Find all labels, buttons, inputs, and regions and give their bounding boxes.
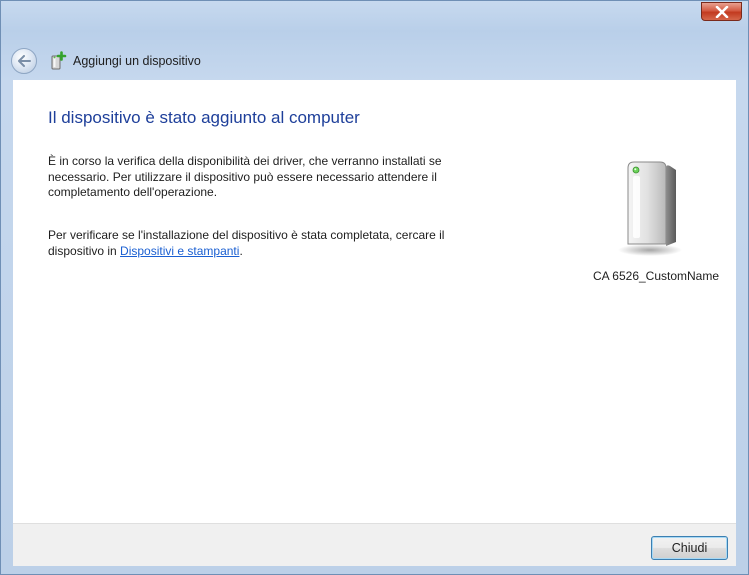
wizard-header: Aggiungi un dispositivo (1, 42, 748, 80)
close-button[interactable]: Chiudi (651, 536, 728, 560)
window-close-button[interactable] (701, 2, 742, 21)
verify-text-suffix: . (239, 243, 243, 258)
title-bar[interactable] (1, 1, 748, 41)
verify-installation-text: Per verificare se l'installazione del di… (48, 228, 488, 259)
device-name: CA 6526_CustomName (592, 269, 720, 283)
window-title: Aggiungi un dispositivo (73, 54, 201, 68)
page-heading: Il dispositivo è stato aggiunto al compu… (48, 108, 360, 127)
wizard-content: Il dispositivo è stato aggiunto al compu… (13, 80, 736, 523)
wizard-footer: Chiudi (13, 523, 736, 566)
arrow-left-icon (18, 55, 31, 67)
verify-text-prefix: Per verificare se l'installazione del di… (48, 228, 445, 258)
driver-status-text: È in corso la verifica della disponibili… (48, 154, 442, 199)
device-panel: CA 6526_CustomName (581, 158, 731, 298)
devices-and-printers-link[interactable]: Dispositivi e stampanti (120, 244, 239, 258)
back-button[interactable] (11, 48, 37, 74)
wizard-window: Aggiungi un dispositivo Il dispositivo è… (0, 0, 749, 575)
close-icon (715, 5, 728, 18)
add-device-icon (49, 51, 67, 71)
device-tower-icon (616, 158, 686, 258)
